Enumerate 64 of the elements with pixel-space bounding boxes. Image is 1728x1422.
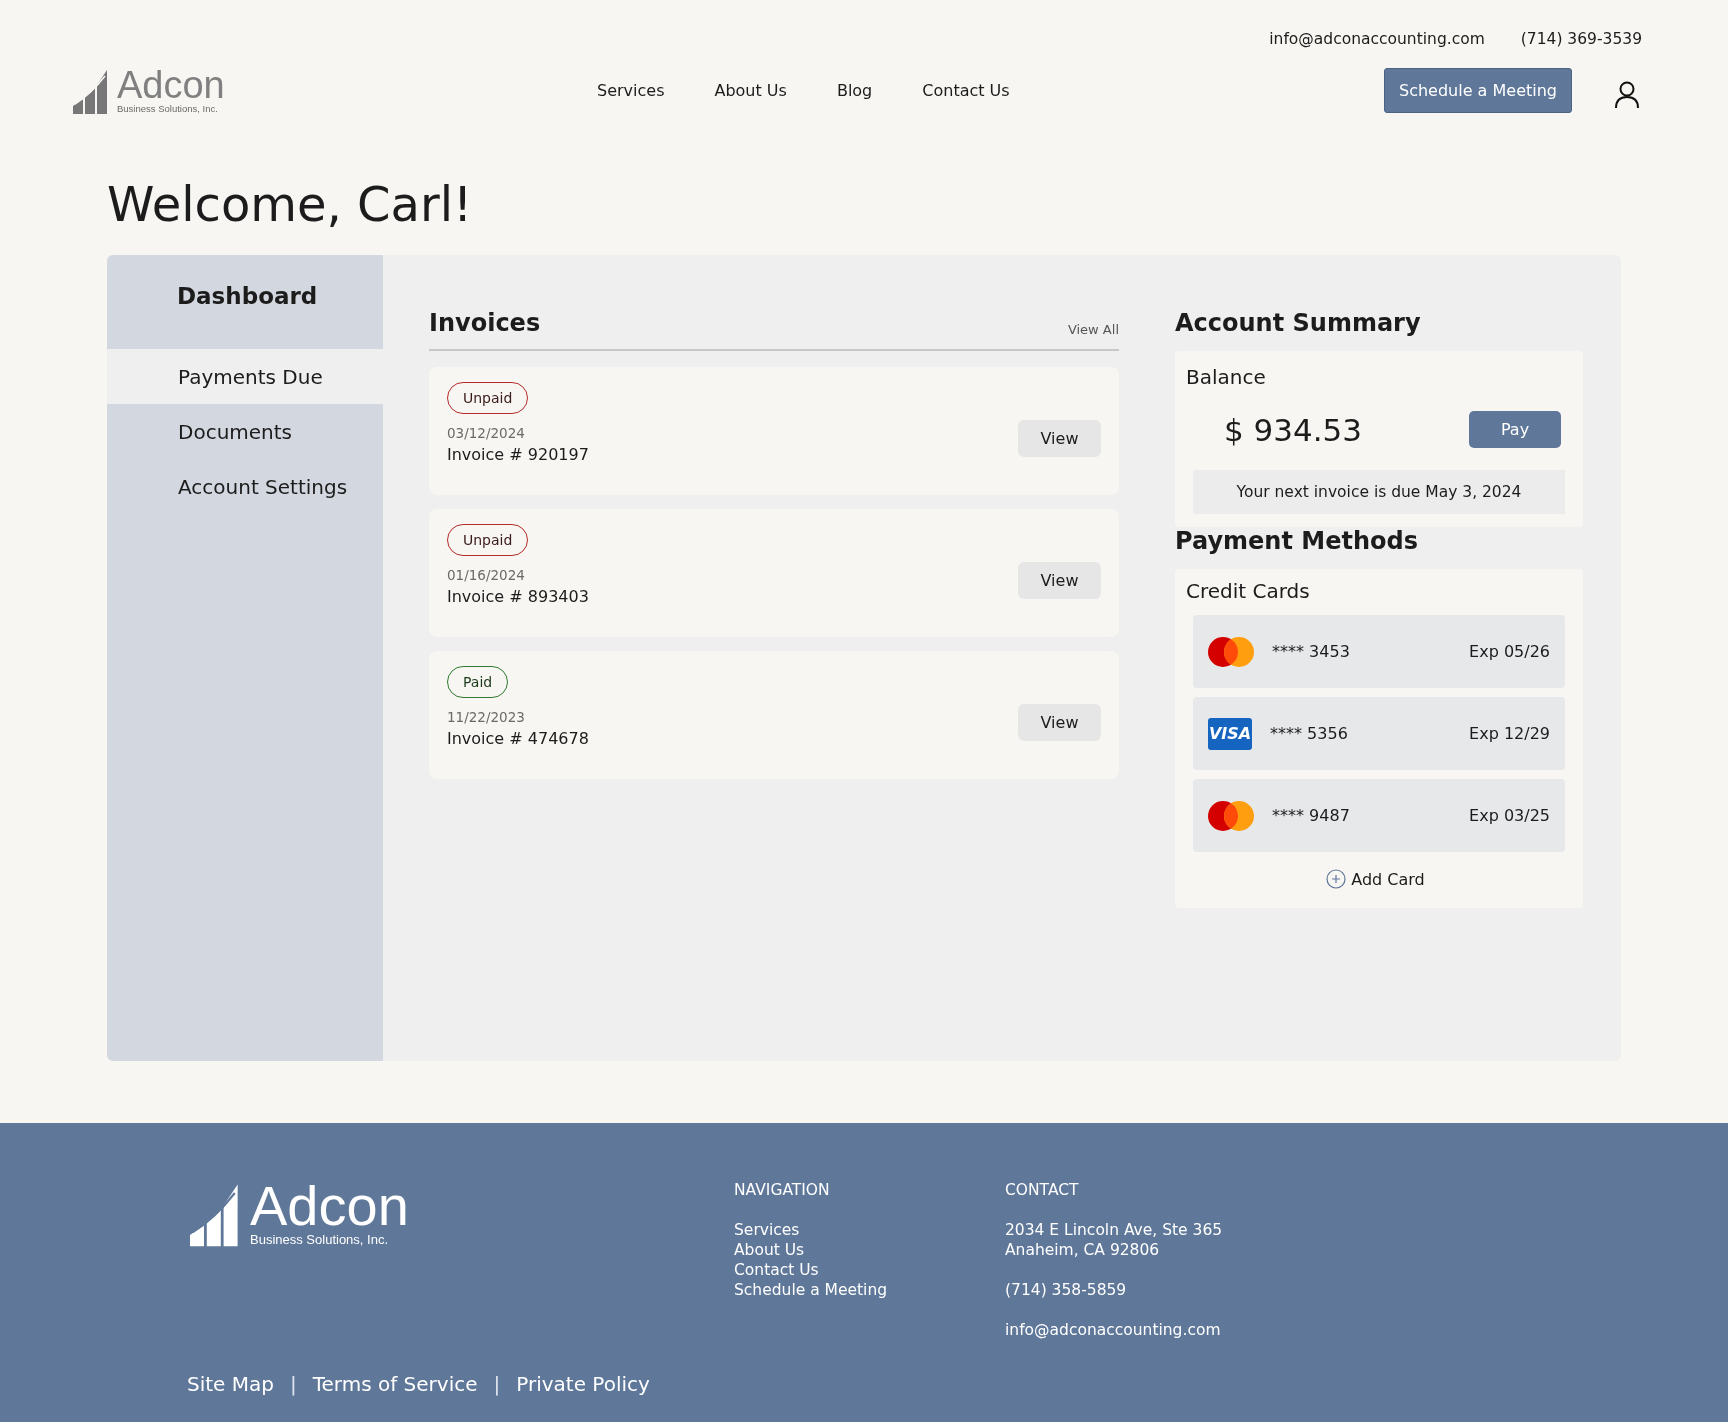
- separator: |: [493, 1372, 501, 1396]
- footer-bottom-link[interactable]: Site Map: [187, 1372, 274, 1396]
- header-phone: (714) 369-3539: [1520, 30, 1642, 48]
- card-brand-icon: [1208, 800, 1254, 831]
- header-email: info@adconaccounting.com: [1269, 30, 1485, 48]
- user-icon[interactable]: [1614, 81, 1640, 109]
- nav-link[interactable]: Blog: [836, 80, 873, 100]
- balance-label: Balance: [1186, 365, 1266, 389]
- sidebar-title: Dashboard: [177, 283, 319, 309]
- sidebar-item[interactable]: Documents: [107, 404, 383, 459]
- footer-bottom-link[interactable]: Private Policy: [516, 1372, 650, 1396]
- separator: |: [289, 1372, 297, 1396]
- card-number: **** 3453: [1272, 642, 1351, 661]
- plus-icon: [1326, 869, 1347, 889]
- sidebar-item[interactable]: Payments Due: [107, 349, 383, 404]
- card-expiry: Exp 03/25: [1469, 806, 1550, 825]
- view-button[interactable]: View: [1018, 562, 1101, 599]
- sidebar-item[interactable]: Account Settings: [107, 459, 383, 514]
- invoice-date: 03/12/2024: [447, 425, 526, 441]
- address-line: 2034 E Lincoln Ave, Ste 365: [1005, 1220, 1224, 1240]
- footer-bottom-link[interactable]: Terms of Service: [312, 1372, 478, 1396]
- card-expiry: Exp 05/26: [1469, 642, 1550, 661]
- balance-amount: $ 934.53: [1224, 411, 1363, 448]
- footer-email: info@adconaccounting.com: [1005, 1320, 1222, 1340]
- card-expiry: Exp 12/29: [1469, 724, 1550, 743]
- payment-methods-title: Payment Methods: [1175, 527, 1419, 555]
- footer-heading: CONTACT: [1005, 1180, 1080, 1200]
- invoice-number: Invoice # 474678: [447, 729, 589, 748]
- card-brand-logo: VISA: [1208, 717, 1252, 750]
- footer-link[interactable]: Contact Us: [734, 1260, 1005, 1280]
- logo-tagline: Business Solutions, Inc.: [117, 102, 219, 114]
- footer-link[interactable]: About Us: [734, 1240, 1005, 1260]
- invoice-date: 11/22/2023: [447, 709, 526, 725]
- logo-name: Adcon: [250, 1180, 409, 1232]
- logo-tagline: Business Solutions, Inc.: [250, 1232, 390, 1247]
- nav-link[interactable]: Services: [597, 80, 665, 100]
- invoice-date: 01/16/2024: [447, 567, 526, 583]
- footer-heading: NAVIGATION: [734, 1180, 831, 1200]
- schedule-meeting-button[interactable]: Schedule a Meeting: [1384, 67, 1572, 113]
- credit-cards-label: Credit Cards: [1186, 579, 1310, 603]
- footer-link[interactable]: Schedule a Meeting: [734, 1280, 1005, 1300]
- credit-card-row[interactable]: **** 9487 Exp 03/25: [1193, 779, 1565, 852]
- add-card-button[interactable]: Add Card: [1320, 868, 1431, 890]
- invoice-number: Invoice # 920197: [447, 445, 589, 464]
- card-number: **** 9487: [1272, 806, 1351, 825]
- nav-link[interactable]: About Us: [714, 80, 787, 100]
- credit-card-row[interactable]: VISA **** 5356 Exp 12/29: [1193, 697, 1565, 770]
- nav-link[interactable]: Contact Us: [922, 80, 1010, 100]
- view-button[interactable]: View: [1018, 704, 1101, 741]
- invoices-title: Invoices: [429, 309, 541, 337]
- address-line: Anaheim, CA 92806: [1005, 1240, 1161, 1260]
- footer-phone: (714) 358-5859: [1005, 1280, 1128, 1300]
- card-number: **** 5356: [1270, 724, 1349, 743]
- card-brand-icon: [1208, 636, 1254, 667]
- credit-card-row[interactable]: **** 3453 Exp 05/26: [1193, 615, 1565, 688]
- due-notice: Your next invoice is due May 3, 2024: [1193, 470, 1565, 514]
- account-summary-title: Account Summary: [1175, 309, 1422, 337]
- invoice-number: Invoice # 893403: [447, 587, 589, 606]
- view-all-link[interactable]: View All: [1067, 322, 1119, 337]
- logo-name: Adcon: [117, 66, 225, 103]
- pay-button[interactable]: Pay: [1469, 411, 1561, 448]
- footer-link[interactable]: Services: [734, 1220, 1005, 1240]
- view-button[interactable]: View: [1018, 420, 1101, 457]
- welcome-heading: Welcome, Carl!: [107, 180, 474, 228]
